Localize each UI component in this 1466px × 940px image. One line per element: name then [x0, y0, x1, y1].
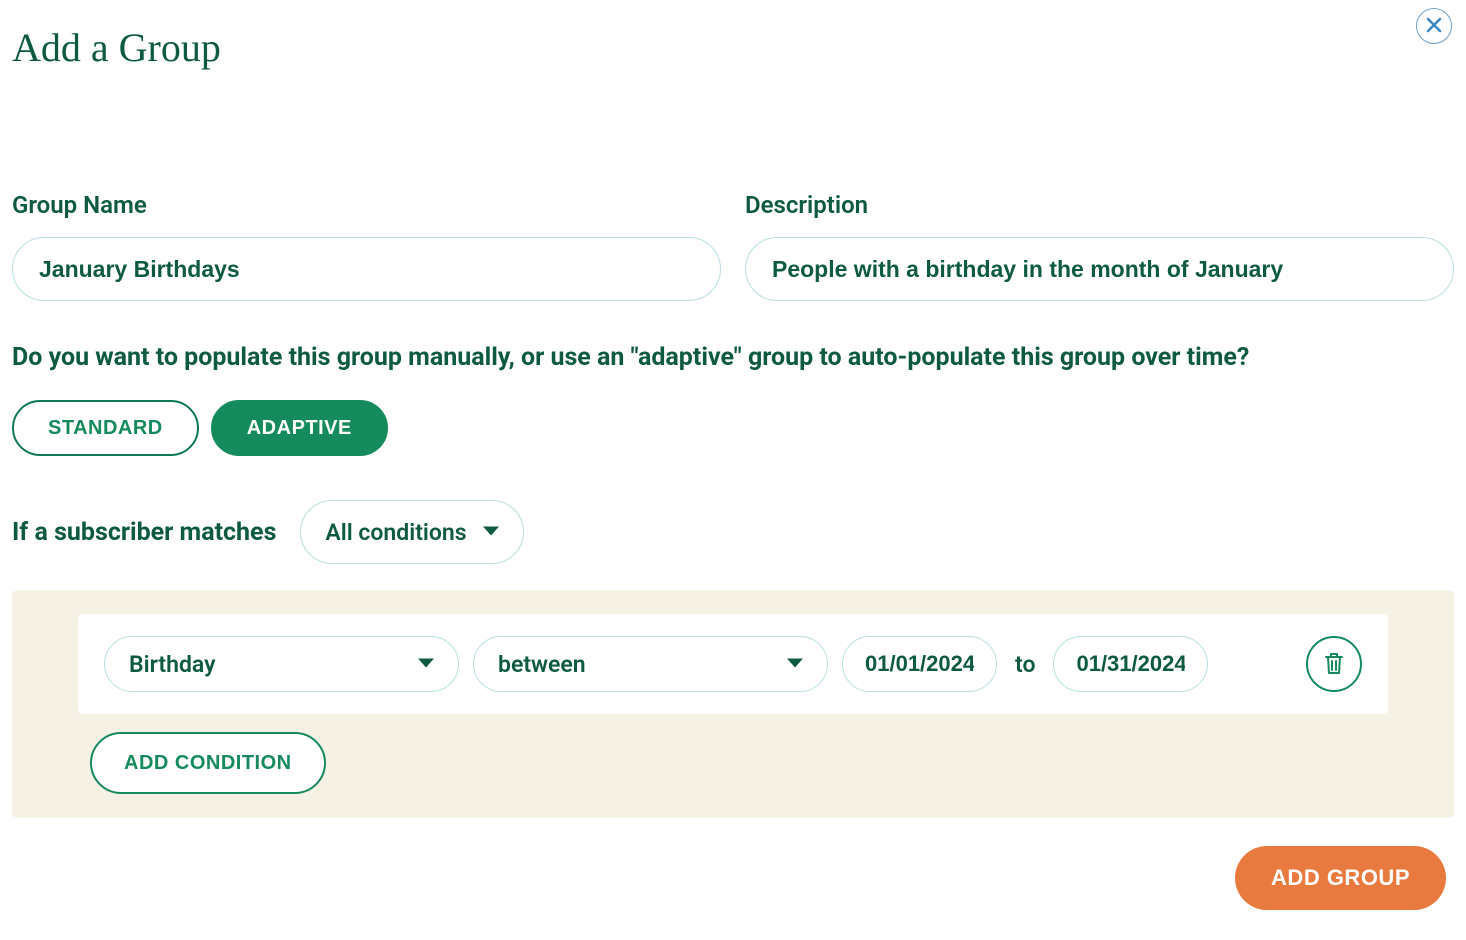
condition-field-value: Birthday: [104, 636, 459, 692]
match-mode-select[interactable]: All conditions: [300, 500, 523, 564]
footer: ADD GROUP: [12, 846, 1454, 910]
conditions-panel: Birthday between to ADD CONDITION: [12, 590, 1454, 818]
description-input[interactable]: [745, 237, 1454, 301]
match-prefix-label: If a subscriber matches: [12, 518, 276, 547]
trash-icon: [1323, 651, 1345, 678]
date-joiner-label: to: [1011, 651, 1039, 678]
description-field: Description: [745, 191, 1454, 301]
group-name-field: Group Name: [12, 191, 721, 301]
close-button[interactable]: [1416, 8, 1452, 44]
add-condition-button[interactable]: ADD CONDITION: [90, 732, 326, 794]
standard-toggle-button[interactable]: STANDARD: [12, 400, 199, 456]
close-icon: [1426, 17, 1442, 36]
group-name-input[interactable]: [12, 237, 721, 301]
delete-condition-button[interactable]: [1306, 636, 1362, 692]
condition-field-select[interactable]: Birthday: [104, 636, 459, 692]
match-row: If a subscriber matches All conditions: [12, 500, 1454, 564]
condition-operator-select[interactable]: between: [473, 636, 828, 692]
page-title: Add a Group: [12, 24, 1454, 71]
populate-question: Do you want to populate this group manua…: [12, 343, 1454, 372]
description-label: Description: [745, 191, 1454, 219]
adaptive-toggle-button[interactable]: ADAPTIVE: [211, 400, 388, 456]
group-name-label: Group Name: [12, 191, 721, 219]
form-row: Group Name Description: [12, 191, 1454, 301]
add-group-button[interactable]: ADD GROUP: [1235, 846, 1446, 910]
condition-row: Birthday between to: [78, 614, 1388, 714]
condition-operator-value: between: [473, 636, 828, 692]
group-type-toggle: STANDARD ADAPTIVE: [12, 400, 1454, 456]
match-mode-value: All conditions: [300, 500, 523, 564]
date-to-input[interactable]: [1053, 636, 1208, 692]
date-from-input[interactable]: [842, 636, 997, 692]
